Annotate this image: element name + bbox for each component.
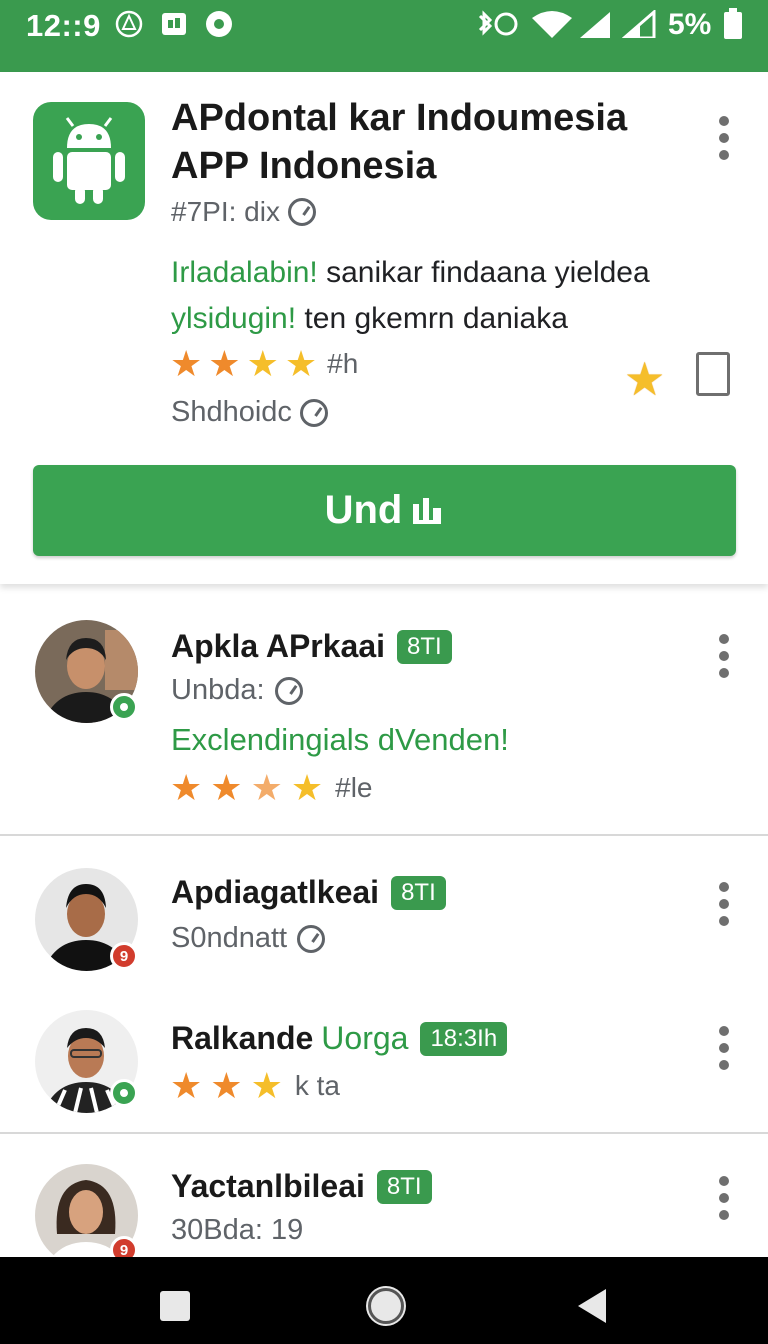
review-stars: ★ ★ ★ ★ #le (170, 770, 373, 806)
notification-badge: 9 (110, 1236, 138, 1257)
clock-icon (299, 398, 328, 427)
reviewer-name-text: Ralkande (171, 1020, 314, 1056)
desc-text-1: sanikar findaana yieldea (326, 256, 650, 289)
half-star-icon: ★ (250, 767, 283, 808)
reviewer-name: Apdiagatlkeai 8TI (171, 874, 446, 911)
app-subtitle: #7PI: dix (171, 196, 316, 228)
device-icon[interactable] (696, 352, 730, 396)
alert-icon (115, 10, 143, 38)
star-icon: ★ (210, 767, 243, 808)
download-icon (413, 497, 442, 524)
status-bar: 12::9 5% (0, 0, 768, 72)
clock-icon (274, 676, 303, 705)
star-icon: ★ (210, 1065, 243, 1106)
battery-percent: 5% (668, 8, 712, 41)
clock-icon (297, 924, 326, 953)
navigation-bar (0, 1257, 768, 1344)
bluetooth-icon (478, 10, 518, 36)
reviewer-name-text: Apdiagatlkeai (171, 874, 380, 910)
notification-badge: 9 (110, 942, 138, 970)
reviewer-name: Ralkande Uorga 18:3Ih (171, 1020, 508, 1057)
review-meta-text: Unbda: (171, 674, 265, 706)
online-status-badge (110, 693, 138, 721)
star-icon: ★ (284, 343, 318, 384)
app-icon[interactable] (33, 102, 145, 220)
desc-highlight-1: Irladalabin! (171, 256, 318, 289)
online-status-badge (110, 1079, 138, 1107)
app-card: APdontal kar Indoumesia APP Indonesia #7… (0, 72, 768, 584)
review-meta-text: S0ndnatt (171, 922, 288, 954)
app-rating-stars: ★ ★ ★ ★ #h (170, 346, 358, 382)
desc-highlight-2: ylsidugin! (171, 302, 297, 335)
list-item[interactable]: 9 Apdiagatlkeai 8TI S0ndnatt (0, 836, 768, 986)
battery-icon (724, 8, 742, 39)
star-icon: ★ (170, 343, 203, 384)
review-rating-text: #le (335, 772, 373, 803)
reviewer-name-text: Yactanlbileai (171, 1168, 365, 1204)
app-status-text: Shdhoidc (171, 396, 292, 428)
list-item[interactable]: Ralkande Uorga 18:3Ih ★ ★ ★ k ta (0, 986, 768, 1132)
star-icon: ★ (170, 1065, 203, 1106)
star-icon: ★ (290, 767, 324, 808)
app-notification-icon (162, 13, 186, 35)
review-meta: S0ndnatt (171, 922, 326, 955)
signal-icon (580, 12, 610, 38)
record-icon (206, 11, 232, 37)
clock-icon (287, 198, 316, 226)
review-tag: 8TI (397, 629, 452, 664)
star-icon: ★ (208, 343, 241, 384)
review-stars: ★ ★ ★ k ta (170, 1068, 340, 1104)
review-meta: 30Bda: 19 (171, 1214, 303, 1247)
list-item[interactable]: 9 Yactanlbileai 8TI 30Bda: 19 (0, 1134, 768, 1257)
app-subtitle-text: #7PI: dix (171, 196, 280, 227)
review-meta: Unbda: (171, 674, 303, 707)
app-title: APdontal kar Indoumesia APP Indonesia (171, 97, 628, 187)
reviewer-name-text: Apkla APrkaai (171, 628, 386, 664)
review-rating-text: k ta (294, 1070, 340, 1101)
install-button-label: Und (324, 488, 403, 532)
review-more-icon[interactable] (719, 1026, 729, 1070)
status-time: 12::9 (26, 8, 101, 43)
app-rating-text: #h (327, 348, 359, 379)
app-more-icon[interactable] (719, 116, 729, 160)
star-icon: ★ (246, 343, 279, 384)
android-robot-icon (53, 117, 125, 204)
desc-text-2: ten gkemrn daniaka (304, 302, 568, 335)
wifi-icon (532, 11, 572, 38)
back-icon[interactable] (578, 1289, 606, 1323)
list-item[interactable]: Apkla APrkaai 8TI Unbda: Exclendingials … (0, 596, 768, 836)
reviewer-name-highlight: Uorga (321, 1020, 409, 1056)
review-tag: 18:3Ih (420, 1021, 508, 1056)
review-more-icon[interactable] (719, 1176, 729, 1220)
recents-icon[interactable] (160, 1291, 190, 1321)
app-description: Irladalabin! sanikar findaana yieldea yl… (171, 250, 731, 342)
review-tag: 8TI (391, 875, 446, 910)
install-button[interactable]: Und (33, 465, 736, 556)
app-status: Shdhoidc (171, 396, 328, 429)
review-more-icon[interactable] (719, 634, 729, 678)
home-icon[interactable] (368, 1288, 404, 1324)
star-icon: ★ (250, 1065, 283, 1106)
star-icon: ★ (170, 767, 203, 808)
review-tag: 8TI (376, 1169, 432, 1204)
reviewer-name: Yactanlbileai 8TI (171, 1168, 432, 1205)
review-meta-text: 30Bda: 19 (171, 1214, 304, 1246)
favorite-star-icon[interactable]: ★ (624, 352, 665, 406)
review-text: Exclendingials dVenden! (171, 722, 509, 757)
review-more-icon[interactable] (719, 882, 729, 926)
reviewer-name: Apkla APrkaai 8TI (171, 628, 452, 665)
signal-icon-2 (622, 10, 656, 38)
